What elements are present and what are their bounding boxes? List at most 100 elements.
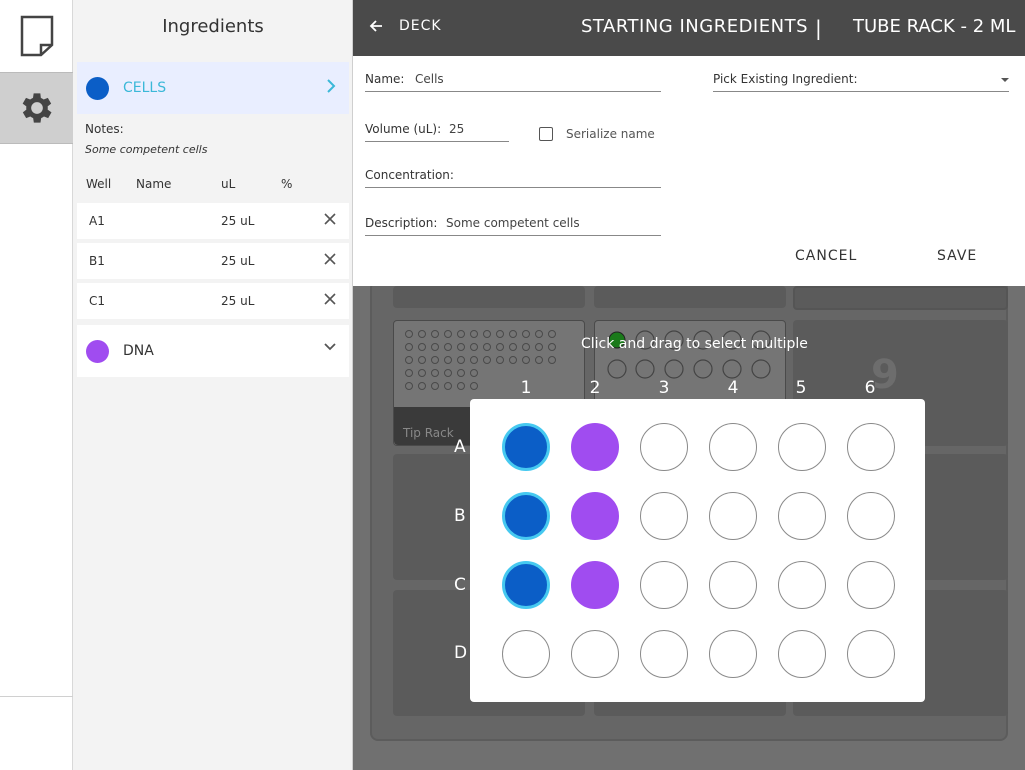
dna-color-dot	[86, 339, 109, 363]
ingredient-cells[interactable]: CELLS	[77, 62, 349, 114]
labware-title: TUBE RACK - 2 ML	[853, 16, 1016, 37]
well-C6[interactable]	[847, 561, 895, 609]
ingredient-name: CELLS	[123, 80, 167, 96]
ingredient-form: Name: Cells Volume (uL): 25 Serialize na…	[353, 56, 1025, 286]
well-C4[interactable]	[709, 561, 757, 609]
concentration-label: Concentration:	[365, 168, 454, 182]
volume-label: Volume (uL):	[365, 122, 442, 136]
name-label: Name:	[365, 72, 405, 86]
well-A6[interactable]	[847, 423, 895, 471]
volume-field[interactable]: Volume (uL): 25	[365, 120, 509, 142]
column-label: 5	[795, 378, 807, 398]
well-B3[interactable]	[640, 492, 688, 540]
well-row[interactable]: A1 25 uL	[77, 203, 349, 239]
description-field[interactable]: Description: Some competent cells	[365, 214, 661, 236]
column-label: 1	[520, 378, 532, 398]
pick-existing-dropdown[interactable]: Pick Existing Ingredient:	[713, 70, 1009, 92]
gear-icon	[22, 93, 51, 123]
well-D4[interactable]	[709, 630, 757, 678]
row-label: B	[454, 506, 466, 526]
well-C1[interactable]	[502, 561, 550, 609]
well-A2[interactable]	[571, 423, 619, 471]
well-A3[interactable]	[640, 423, 688, 471]
well-D5[interactable]	[778, 630, 826, 678]
dropdown-arrow-icon	[1001, 78, 1009, 82]
well-A5[interactable]	[778, 423, 826, 471]
name-value[interactable]: Cells	[415, 72, 444, 86]
well-B2[interactable]	[571, 492, 619, 540]
ingredient-name: DNA	[123, 343, 154, 359]
title-separator: |	[815, 16, 822, 40]
row-label: D	[454, 643, 468, 663]
col-header-ul: uL	[221, 177, 236, 191]
deck-area: Tip Rack 9 DECK STARTING INGREDIENTS | T…	[353, 0, 1025, 770]
pick-existing-label: Pick Existing Ingredient:	[713, 72, 858, 86]
serialize-label: Serialize name	[566, 127, 655, 141]
notes-text: Some competent cells	[85, 143, 208, 156]
col-header-name: Name	[136, 177, 172, 191]
file-icon	[20, 15, 53, 57]
name-field[interactable]: Name: Cells	[365, 70, 661, 92]
file-nav-button[interactable]	[0, 0, 73, 72]
close-icon[interactable]	[323, 252, 337, 266]
column-label: 2	[589, 378, 601, 398]
deck-slot[interactable]	[393, 286, 585, 308]
well-C5[interactable]	[778, 561, 826, 609]
well-C2[interactable]	[571, 561, 619, 609]
page-title: STARTING INGREDIENTS	[581, 16, 809, 37]
nav-divider	[0, 696, 73, 697]
well-id: A1	[89, 214, 105, 228]
tip-rack-label: Tip Rack	[403, 426, 454, 440]
well-volume: 25 uL	[221, 294, 255, 308]
well-D1[interactable]	[502, 630, 550, 678]
well-id: C1	[89, 294, 106, 308]
sidebar-title: Ingredients	[162, 16, 264, 37]
close-icon[interactable]	[323, 212, 337, 226]
back-label: DECK	[399, 18, 442, 34]
nav-rail	[0, 0, 73, 770]
cells-color-dot	[86, 76, 109, 100]
well-B4[interactable]	[709, 492, 757, 540]
deck-slot[interactable]	[793, 286, 1008, 310]
row-label: A	[454, 437, 466, 457]
well-plate	[470, 399, 925, 702]
ingredients-sidebar: Ingredients CELLS Notes: Some competent …	[73, 0, 353, 770]
concentration-field[interactable]: Concentration:	[365, 166, 661, 188]
row-label: C	[454, 575, 466, 595]
well-D2[interactable]	[571, 630, 619, 678]
well-row[interactable]: C1 25 uL	[77, 283, 349, 319]
well-A1[interactable]	[502, 423, 550, 471]
cancel-button[interactable]: CANCEL	[795, 248, 857, 264]
save-button[interactable]: SAVE	[937, 248, 977, 264]
well-B1[interactable]	[502, 492, 550, 540]
back-to-deck-button[interactable]: DECK	[369, 18, 442, 34]
well-D3[interactable]	[640, 630, 688, 678]
well-volume: 25 uL	[221, 214, 255, 228]
column-label: 3	[658, 378, 670, 398]
column-label: 4	[727, 378, 739, 398]
well-id: B1	[89, 254, 105, 268]
well-D6[interactable]	[847, 630, 895, 678]
ingredient-dna[interactable]: DNA	[77, 325, 349, 377]
arrow-left-icon	[369, 20, 382, 32]
chevron-down-icon	[324, 343, 336, 351]
description-value[interactable]: Some competent cells	[446, 216, 580, 230]
volume-value[interactable]: 25	[449, 122, 464, 136]
col-header-pct: %	[281, 177, 293, 191]
description-label: Description:	[365, 216, 438, 230]
tip-rack-grid	[405, 330, 556, 390]
settings-nav-button[interactable]	[0, 72, 73, 144]
well-C3[interactable]	[640, 561, 688, 609]
chevron-right-icon	[327, 79, 336, 93]
well-volume: 25 uL	[221, 254, 255, 268]
deck-slot[interactable]	[594, 286, 786, 308]
well-B6[interactable]	[847, 492, 895, 540]
well-row[interactable]: B1 25 uL	[77, 243, 349, 279]
selection-hint: Click and drag to select multiple	[581, 336, 808, 352]
well-B5[interactable]	[778, 492, 826, 540]
serialize-checkbox[interactable]	[539, 127, 553, 141]
close-icon[interactable]	[323, 292, 337, 306]
well-A4[interactable]	[709, 423, 757, 471]
page-header: DECK STARTING INGREDIENTS | TUBE RACK - …	[353, 0, 1025, 56]
column-label: 6	[864, 378, 876, 398]
